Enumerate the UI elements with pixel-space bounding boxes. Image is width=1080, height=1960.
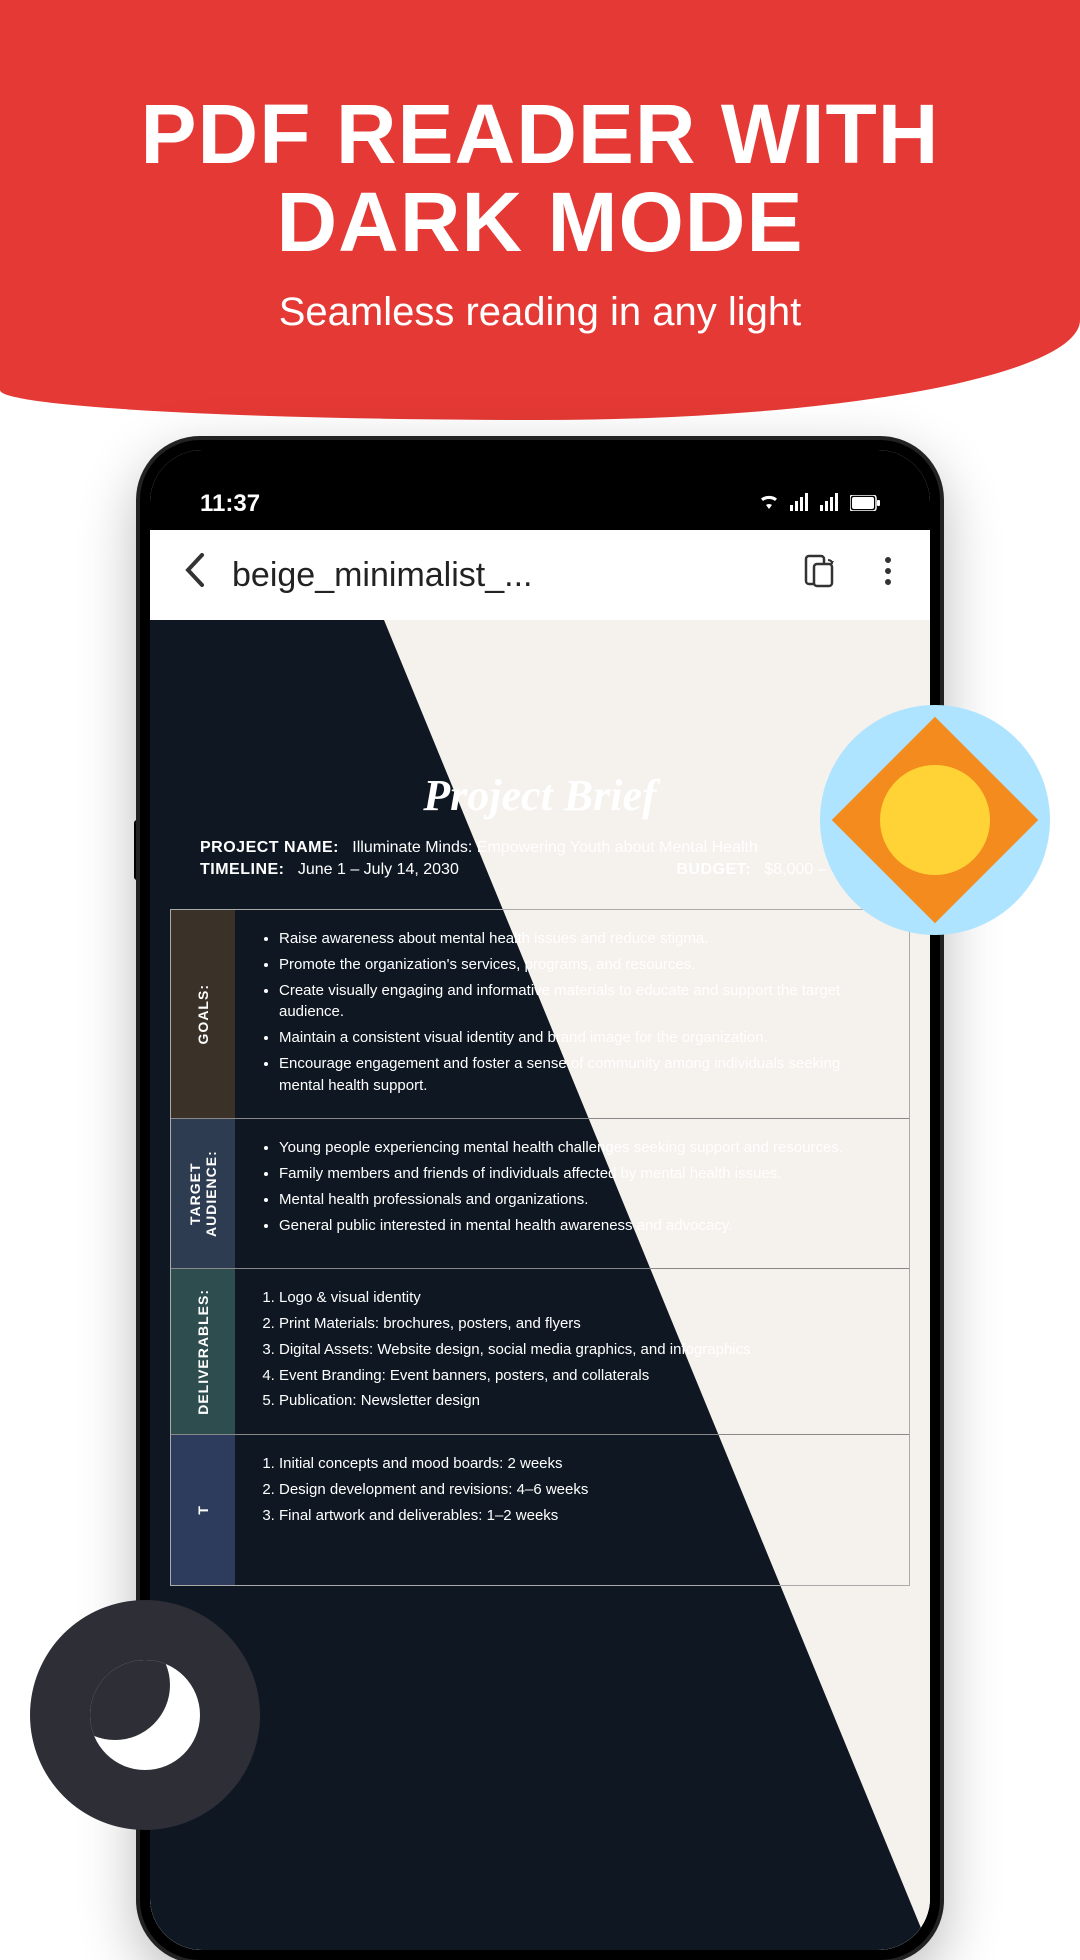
promo-title-line2: DARK MODE xyxy=(0,178,1080,266)
project-name-value: Illuminate Minds: Empowering Youth about… xyxy=(352,839,758,856)
target-row: TARGET AUDIENCE: Young people experienci… xyxy=(171,1119,909,1269)
deliverables-list: Logo & visual identity Print Materials: … xyxy=(259,1287,885,1412)
timeline-budget-row: TIMELINE: June 1 – July 14, 2030 BUDGET:… xyxy=(160,861,920,879)
goals-label-cell: GOALS: xyxy=(171,910,235,1118)
status-time: 11:37 xyxy=(200,490,260,518)
phone-screen: 11:37 beige_minimalist_... xyxy=(150,450,930,1950)
app-bar: beige_minimalist_... xyxy=(150,530,930,620)
target-body: Young people experiencing mental health … xyxy=(235,1119,909,1268)
sun-icon xyxy=(880,765,990,875)
list-item: Event Branding: Event banners, posters, … xyxy=(279,1365,885,1387)
project-name-row: PROJECT NAME: Illuminate Minds: Empoweri… xyxy=(160,839,920,857)
dark-mode-badge[interactable] xyxy=(30,1600,260,1830)
list-item: Design development and revisions: 4–6 we… xyxy=(279,1479,885,1501)
list-item: Publication: Newsletter design xyxy=(279,1390,885,1412)
list-item: Print Materials: brochures, posters, and… xyxy=(279,1313,885,1335)
project-name-label: PROJECT NAME: xyxy=(200,839,339,856)
status-icons xyxy=(758,490,880,518)
timeline-sec-body: Initial concepts and mood boards: 2 week… xyxy=(235,1435,909,1585)
deliverables-row: DELIVERABLES: Logo & visual identity Pri… xyxy=(171,1269,909,1435)
light-mode-badge[interactable] xyxy=(820,705,1050,935)
list-item: Create visually engaging and informative… xyxy=(279,980,885,1024)
wifi-icon xyxy=(758,490,780,518)
list-item: Encourage engagement and foster a sense … xyxy=(279,1053,885,1097)
target-list: Young people experiencing mental health … xyxy=(259,1137,885,1236)
deliverables-label: DELIVERABLES: xyxy=(195,1289,211,1415)
goals-row: GOALS: Raise awareness about mental heal… xyxy=(171,910,909,1119)
document-page: Project Brief PROJECT NAME: Illuminate M… xyxy=(160,740,920,1586)
signal-icon xyxy=(790,490,810,518)
list-item: Digital Assets: Website design, social m… xyxy=(279,1339,885,1361)
doc-heading: Project Brief xyxy=(160,770,920,821)
more-menu-icon[interactable] xyxy=(866,556,910,594)
timeline-sec-label-cell: T xyxy=(171,1435,235,1585)
promo-header: PDF READER WITH DARK MODE Seamless readi… xyxy=(0,90,1080,335)
back-button[interactable] xyxy=(170,553,220,597)
timeline-row: T Initial concepts and mood boards: 2 we… xyxy=(171,1435,909,1585)
screen-rotate-icon[interactable] xyxy=(784,554,854,596)
goals-list: Raise awareness about mental health issu… xyxy=(259,928,885,1096)
timeline-value: June 1 – July 14, 2030 xyxy=(298,861,459,878)
promo-subtitle: Seamless reading in any light xyxy=(0,290,1080,335)
list-item: Raise awareness about mental health issu… xyxy=(279,928,885,950)
moon-icon xyxy=(90,1660,200,1770)
list-item: Mental health professionals and organiza… xyxy=(279,1189,885,1211)
deliverables-body: Logo & visual identity Print Materials: … xyxy=(235,1269,909,1434)
document-viewport[interactable]: Project Brief PROJECT NAME: Illuminate M… xyxy=(150,620,930,1950)
target-label: TARGET AUDIENCE: xyxy=(187,1119,219,1268)
budget-label: BUDGET: xyxy=(676,861,751,878)
list-item: Maintain a consistent visual identity an… xyxy=(279,1027,885,1049)
signal-icon-2 xyxy=(820,490,840,518)
list-item: Promote the organization's services, pro… xyxy=(279,954,885,976)
list-item: Logo & visual identity xyxy=(279,1287,885,1309)
list-item: Family members and friends of individual… xyxy=(279,1163,885,1185)
timeline-label: TIMELINE: xyxy=(200,861,285,878)
document-filename: beige_minimalist_... xyxy=(232,556,772,595)
deliverables-label-cell: DELIVERABLES: xyxy=(171,1269,235,1434)
list-item: Initial concepts and mood boards: 2 week… xyxy=(279,1453,885,1475)
timeline-sec-list: Initial concepts and mood boards: 2 week… xyxy=(259,1453,885,1526)
battery-icon xyxy=(850,490,880,518)
goals-label: GOALS: xyxy=(195,984,211,1044)
target-label-cell: TARGET AUDIENCE: xyxy=(171,1119,235,1268)
list-item: General public interested in mental heal… xyxy=(279,1215,885,1237)
list-item: Young people experiencing mental health … xyxy=(279,1137,885,1159)
phone-frame: 11:37 beige_minimalist_... xyxy=(140,440,940,1960)
timeline-sec-label: T xyxy=(195,1505,211,1515)
goals-body: Raise awareness about mental health issu… xyxy=(235,910,909,1118)
status-bar: 11:37 xyxy=(150,450,930,530)
sections-table: GOALS: Raise awareness about mental heal… xyxy=(170,909,910,1586)
list-item: Final artwork and deliverables: 1–2 week… xyxy=(279,1505,885,1527)
promo-title-line1: PDF READER WITH xyxy=(0,90,1080,178)
